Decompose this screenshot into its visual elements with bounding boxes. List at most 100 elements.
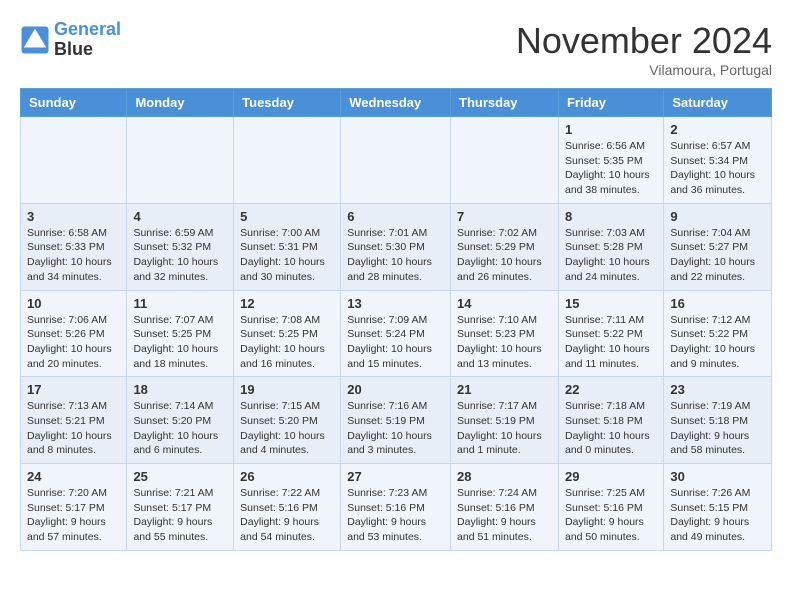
calendar-cell: 5 Sunrise: 7:00 AMSunset: 5:31 PMDaylight… [234, 203, 341, 290]
calendar-week-2: 10Sunrise: 7:06 AMSunset: 5:26 PMDayligh… [21, 290, 772, 377]
day-info: Sunrise: 6:58 AMSunset: 5:33 PMDaylight:… [27, 226, 120, 285]
calendar-cell: 2Sunrise: 6:57 AMSunset: 5:34 PMDaylight… [664, 117, 772, 204]
calendar-cell: 13Sunrise: 7:09 AMSunset: 5:24 PMDayligh… [341, 290, 451, 377]
calendar-cell: 16Sunrise: 7:12 AMSunset: 5:22 PMDayligh… [664, 290, 772, 377]
th-tuesday: Tuesday [234, 89, 341, 117]
location: Vilamoura, Portugal [516, 62, 772, 78]
day-info: Sunrise: 7:25 AMSunset: 5:16 PMDaylight:… [565, 486, 657, 545]
calendar-table: Sunday Monday Tuesday Wednesday Thursday… [20, 88, 772, 551]
day-info: Sunrise: 7:10 AMSunset: 5:23 PMDaylight:… [457, 313, 552, 372]
day-number: 1 [565, 122, 657, 137]
day-info: Sunrise: 7:07 AMSunset: 5:25 PMDaylight:… [133, 313, 227, 372]
day-info: Sunrise: 7:16 AMSunset: 5:19 PMDaylight:… [347, 399, 444, 458]
day-number: 18 [133, 382, 227, 397]
day-info: Sunrise: 7:00 AMSunset: 5:31 PMDaylight:… [240, 226, 334, 285]
day-number: 21 [457, 382, 552, 397]
day-info: Sunrise: 7:02 AMSunset: 5:29 PMDaylight:… [457, 226, 552, 285]
day-number: 9 [670, 209, 765, 224]
calendar-cell: 3 Sunrise: 6:58 AMSunset: 5:33 PMDaylight… [21, 203, 127, 290]
th-thursday: Thursday [451, 89, 559, 117]
page-header: General Blue November 2024 Vilamoura, Po… [20, 20, 772, 78]
calendar-cell: 11 Sunrise: 7:07 AMSunset: 5:25 PMDayligh… [127, 290, 234, 377]
day-number: 17 [27, 382, 120, 397]
calendar-cell: 15 Sunrise: 7:11 AMSunset: 5:22 PMDayligh… [558, 290, 663, 377]
calendar-cell: 21 Sunrise: 7:17 AMSunset: 5:19 PMDayligh… [451, 377, 559, 464]
calendar-cell: 27Sunrise: 7:23 AMSunset: 5:16 PMDayligh… [341, 464, 451, 551]
calendar-week-4: 24Sunrise: 7:20 AMSunset: 5:17 PMDayligh… [21, 464, 772, 551]
calendar-cell [127, 117, 234, 204]
th-saturday: Saturday [664, 89, 772, 117]
calendar-cell: 29 Sunrise: 7:25 AMSunset: 5:16 PMDayligh… [558, 464, 663, 551]
day-number: 3 [27, 209, 120, 224]
calendar-cell: 23 Sunrise: 7:19 AMSunset: 5:18 PMDayligh… [664, 377, 772, 464]
day-number: 16 [670, 296, 765, 311]
calendar-week-1: 3 Sunrise: 6:58 AMSunset: 5:33 PMDaylight… [21, 203, 772, 290]
day-number: 15 [565, 296, 657, 311]
day-number: 14 [457, 296, 552, 311]
calendar-cell: 24Sunrise: 7:20 AMSunset: 5:17 PMDayligh… [21, 464, 127, 551]
calendar-cell: 1Sunrise: 6:56 AMSunset: 5:35 PMDaylight… [558, 117, 663, 204]
calendar-cell: 19 Sunrise: 7:15 AMSunset: 5:20 PMDayligh… [234, 377, 341, 464]
calendar-cell: 8 Sunrise: 7:03 AMSunset: 5:28 PMDaylight… [558, 203, 663, 290]
day-info: Sunrise: 7:20 AMSunset: 5:17 PMDaylight:… [27, 486, 120, 545]
logo-text: General Blue [54, 20, 121, 60]
day-number: 29 [565, 469, 657, 484]
th-monday: Monday [127, 89, 234, 117]
day-number: 30 [670, 469, 765, 484]
calendar-cell: 20 Sunrise: 7:16 AMSunset: 5:19 PMDayligh… [341, 377, 451, 464]
day-info: Sunrise: 6:57 AMSunset: 5:34 PMDaylight:… [670, 139, 765, 198]
day-info: Sunrise: 7:18 AMSunset: 5:18 PMDaylight:… [565, 399, 657, 458]
logo: General Blue [20, 20, 121, 60]
day-number: 23 [670, 382, 765, 397]
logo-icon [20, 25, 50, 55]
day-info: Sunrise: 7:09 AMSunset: 5:24 PMDaylight:… [347, 313, 444, 372]
day-info: Sunrise: 7:13 AMSunset: 5:21 PMDaylight:… [27, 399, 120, 458]
day-number: 28 [457, 469, 552, 484]
day-number: 6 [347, 209, 444, 224]
calendar-header: Sunday Monday Tuesday Wednesday Thursday… [21, 89, 772, 117]
title-block: November 2024 Vilamoura, Portugal [516, 20, 772, 78]
day-number: 19 [240, 382, 334, 397]
th-friday: Friday [558, 89, 663, 117]
day-info: Sunrise: 7:01 AMSunset: 5:30 PMDaylight:… [347, 226, 444, 285]
day-info: Sunrise: 7:08 AMSunset: 5:25 PMDaylight:… [240, 313, 334, 372]
day-info: Sunrise: 7:21 AMSunset: 5:17 PMDaylight:… [133, 486, 227, 545]
calendar-cell: 30Sunrise: 7:26 AMSunset: 5:15 PMDayligh… [664, 464, 772, 551]
day-info: Sunrise: 7:22 AMSunset: 5:16 PMDaylight:… [240, 486, 334, 545]
calendar-cell: 12 Sunrise: 7:08 AMSunset: 5:25 PMDayligh… [234, 290, 341, 377]
calendar-cell: 17 Sunrise: 7:13 AMSunset: 5:21 PMDayligh… [21, 377, 127, 464]
calendar-cell [451, 117, 559, 204]
calendar-cell [234, 117, 341, 204]
day-info: Sunrise: 7:23 AMSunset: 5:16 PMDaylight:… [347, 486, 444, 545]
calendar-cell: 9Sunrise: 7:04 AMSunset: 5:27 PMDaylight… [664, 203, 772, 290]
day-number: 20 [347, 382, 444, 397]
day-info: Sunrise: 7:14 AMSunset: 5:20 PMDaylight:… [133, 399, 227, 458]
day-info: Sunrise: 7:24 AMSunset: 5:16 PMDaylight:… [457, 486, 552, 545]
day-number: 4 [133, 209, 227, 224]
calendar-cell: 7Sunrise: 7:02 AMSunset: 5:29 PMDaylight… [451, 203, 559, 290]
calendar-cell: 28 Sunrise: 7:24 AMSunset: 5:16 PMDayligh… [451, 464, 559, 551]
calendar-week-0: 1Sunrise: 6:56 AMSunset: 5:35 PMDaylight… [21, 117, 772, 204]
day-info: Sunrise: 7:11 AMSunset: 5:22 PMDaylight:… [565, 313, 657, 372]
calendar-cell: 25 Sunrise: 7:21 AMSunset: 5:17 PMDayligh… [127, 464, 234, 551]
calendar-week-3: 17 Sunrise: 7:13 AMSunset: 5:21 PMDayligh… [21, 377, 772, 464]
day-info: Sunrise: 6:59 AMSunset: 5:32 PMDaylight:… [133, 226, 227, 285]
calendar-cell: 14 Sunrise: 7:10 AMSunset: 5:23 PMDayligh… [451, 290, 559, 377]
calendar-cell: 22 Sunrise: 7:18 AMSunset: 5:18 PMDayligh… [558, 377, 663, 464]
day-number: 8 [565, 209, 657, 224]
day-number: 26 [240, 469, 334, 484]
day-info: Sunrise: 7:03 AMSunset: 5:28 PMDaylight:… [565, 226, 657, 285]
day-info: Sunrise: 7:17 AMSunset: 5:19 PMDaylight:… [457, 399, 552, 458]
day-info: Sunrise: 7:19 AMSunset: 5:18 PMDaylight:… [670, 399, 765, 458]
day-number: 11 [133, 296, 227, 311]
calendar-body: 1Sunrise: 6:56 AMSunset: 5:35 PMDaylight… [21, 117, 772, 551]
day-number: 5 [240, 209, 334, 224]
calendar-cell: 18 Sunrise: 7:14 AMSunset: 5:20 PMDayligh… [127, 377, 234, 464]
day-number: 22 [565, 382, 657, 397]
day-info: Sunrise: 7:15 AMSunset: 5:20 PMDaylight:… [240, 399, 334, 458]
day-number: 25 [133, 469, 227, 484]
day-number: 12 [240, 296, 334, 311]
calendar-cell [21, 117, 127, 204]
day-number: 10 [27, 296, 120, 311]
th-sunday: Sunday [21, 89, 127, 117]
